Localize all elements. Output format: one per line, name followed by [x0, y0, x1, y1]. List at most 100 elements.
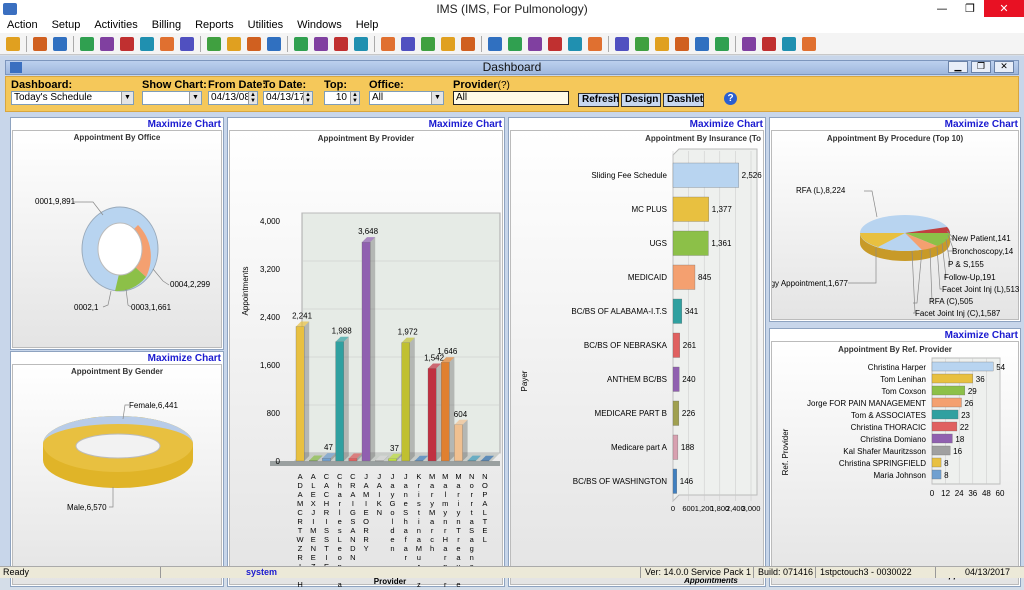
top-field[interactable]: 10 ▲▼	[324, 91, 360, 105]
menu-utilities[interactable]: Utilities	[248, 19, 283, 31]
toolbar-button-icon[interactable]	[742, 37, 756, 51]
toolbar-button-icon[interactable]	[615, 37, 629, 51]
ref-provider-chart-panel: Maximize Chart Appointment By Ref. Provi…	[769, 328, 1021, 587]
from-date-field[interactable]: 04/13/08 ▲▼	[208, 91, 258, 105]
toolbar-button-icon[interactable]	[461, 37, 475, 51]
provider-help-link[interactable]: (?)	[498, 80, 510, 91]
chevron-down-icon[interactable]: ▼	[121, 92, 133, 104]
menu-reports[interactable]: Reports	[195, 19, 234, 31]
maximize-chart-link[interactable]: Maximize Chart	[429, 119, 502, 130]
toolbar-button-icon[interactable]	[762, 37, 776, 51]
toolbar-button-icon[interactable]	[588, 37, 602, 51]
toolbar-button-icon[interactable]	[441, 37, 455, 51]
ref-provider-x-tick: 0	[930, 489, 935, 498]
maximize-chart-link[interactable]: Maximize Chart	[690, 119, 763, 130]
ref-provider-bar-label: 8	[944, 471, 949, 480]
maximize-chart-link[interactable]: Maximize Chart	[148, 353, 221, 364]
spin-icon[interactable]: ▲▼	[248, 92, 257, 104]
show-chart-select[interactable]: ▼	[142, 91, 202, 105]
procedure-label-rfa-c: RFA (C),505	[929, 297, 974, 306]
provider-x-tick: h	[338, 481, 342, 490]
toolbar-button-icon[interactable]	[802, 37, 816, 51]
menu-action[interactable]: Action	[7, 19, 38, 31]
toolbar-button-icon[interactable]	[421, 37, 435, 51]
toolbar-button-icon[interactable]	[568, 37, 582, 51]
toolbar-button-icon[interactable]	[675, 37, 689, 51]
toolbar-button-icon[interactable]	[180, 37, 194, 51]
spin-icon[interactable]: ▲▼	[303, 92, 312, 104]
dashlet-button[interactable]: Dashlet	[663, 93, 704, 107]
menu-activities[interactable]: Activities	[94, 19, 137, 31]
provider-x-tick: r	[457, 490, 460, 499]
maximize-chart-link[interactable]: Maximize Chart	[945, 119, 1018, 130]
restore-button[interactable]: ❐	[956, 0, 984, 17]
dashboard-minimize-button[interactable]: ▁	[948, 61, 968, 73]
toolbar-button-icon[interactable]	[655, 37, 669, 51]
toolbar-button-icon[interactable]	[401, 37, 415, 51]
toolbar-button-icon[interactable]	[267, 37, 281, 51]
provider-x-tick: Z	[298, 544, 303, 553]
chevron-down-icon[interactable]: ▼	[431, 92, 443, 104]
toolbar-button-icon[interactable]	[80, 37, 94, 51]
toolbar-button-icon[interactable]	[548, 37, 562, 51]
toolbar-button-icon[interactable]	[33, 37, 47, 51]
toolbar-button-icon[interactable]	[635, 37, 649, 51]
ref-provider-x-tick: 48	[982, 489, 991, 498]
provider-x-tick: r	[444, 580, 447, 587]
office-donut-hole	[98, 223, 142, 275]
insurance-y-tick: BC/BS OF NEBRASKA	[584, 341, 668, 350]
dashboard-select[interactable]: Today's Schedule ▼	[11, 91, 134, 105]
toolbar-button-icon[interactable]	[207, 37, 221, 51]
provider-x-tick: M	[297, 499, 303, 508]
toolbar-button-icon[interactable]	[53, 37, 67, 51]
office-select[interactable]: All ▼	[369, 91, 444, 105]
toolbar-button-icon[interactable]	[120, 37, 134, 51]
ref-provider-bar-label: 54	[996, 363, 1005, 372]
toolbar-button-icon[interactable]	[715, 37, 729, 51]
dashboard-restore-button[interactable]: ❐	[971, 61, 991, 73]
toolbar-button-icon[interactable]	[294, 37, 308, 51]
toolbar-button-icon[interactable]	[140, 37, 154, 51]
toolbar-button-icon[interactable]	[695, 37, 709, 51]
provider-field[interactable]: All	[453, 91, 569, 105]
menu-windows[interactable]: Windows	[297, 19, 342, 31]
menu-billing[interactable]: Billing	[152, 19, 181, 31]
toolbar-button-icon[interactable]	[6, 37, 20, 51]
toolbar-button-icon[interactable]	[314, 37, 328, 51]
chevron-down-icon[interactable]: ▼	[189, 92, 201, 104]
provider-x-tick: s	[417, 499, 421, 508]
insurance-bar	[673, 333, 680, 357]
maximize-chart-link[interactable]: Maximize Chart	[945, 330, 1018, 341]
toolbar-button-icon[interactable]	[782, 37, 796, 51]
toolbar-button-icon[interactable]	[488, 37, 502, 51]
spin-icon[interactable]: ▲▼	[350, 92, 359, 104]
provider-x-tick: t	[471, 508, 474, 517]
refresh-button[interactable]: Refresh	[578, 93, 619, 107]
menu-setup[interactable]: Setup	[52, 19, 81, 31]
toolbar-button-icon[interactable]	[334, 37, 348, 51]
toolbar-button-icon[interactable]	[160, 37, 174, 51]
menu-help[interactable]: Help	[356, 19, 379, 31]
toolbar-button-icon[interactable]	[100, 37, 114, 51]
dashboard-close-button[interactable]: ✕	[994, 61, 1014, 73]
toolbar-button-icon[interactable]	[381, 37, 395, 51]
help-icon[interactable]: ?	[724, 92, 737, 105]
minimize-button[interactable]: —	[928, 0, 956, 17]
maximize-chart-link[interactable]: Maximize Chart	[148, 119, 221, 130]
to-date-field[interactable]: 04/13/17 ▲▼	[263, 91, 313, 105]
ref-provider-y-axis-label: Ref. Provider	[781, 428, 790, 475]
provider-x-tick: r	[470, 490, 473, 499]
provider-x-tick: C	[337, 472, 343, 481]
insurance-bar-label: 188	[681, 443, 695, 452]
toolbar-button-icon[interactable]	[508, 37, 522, 51]
provider-x-tick: M	[442, 472, 448, 481]
toolbar-button-icon[interactable]	[354, 37, 368, 51]
toolbar-button-icon[interactable]	[247, 37, 261, 51]
toolbar-button-icon[interactable]	[227, 37, 241, 51]
office-label-0003: 0003,1,661	[131, 303, 172, 312]
design-button[interactable]: Design	[621, 93, 661, 107]
provider-y-tick: 4,000	[260, 217, 281, 226]
toolbar-button-icon[interactable]	[528, 37, 542, 51]
close-button[interactable]: ✕	[984, 0, 1024, 17]
ref-provider-bar	[932, 362, 993, 371]
